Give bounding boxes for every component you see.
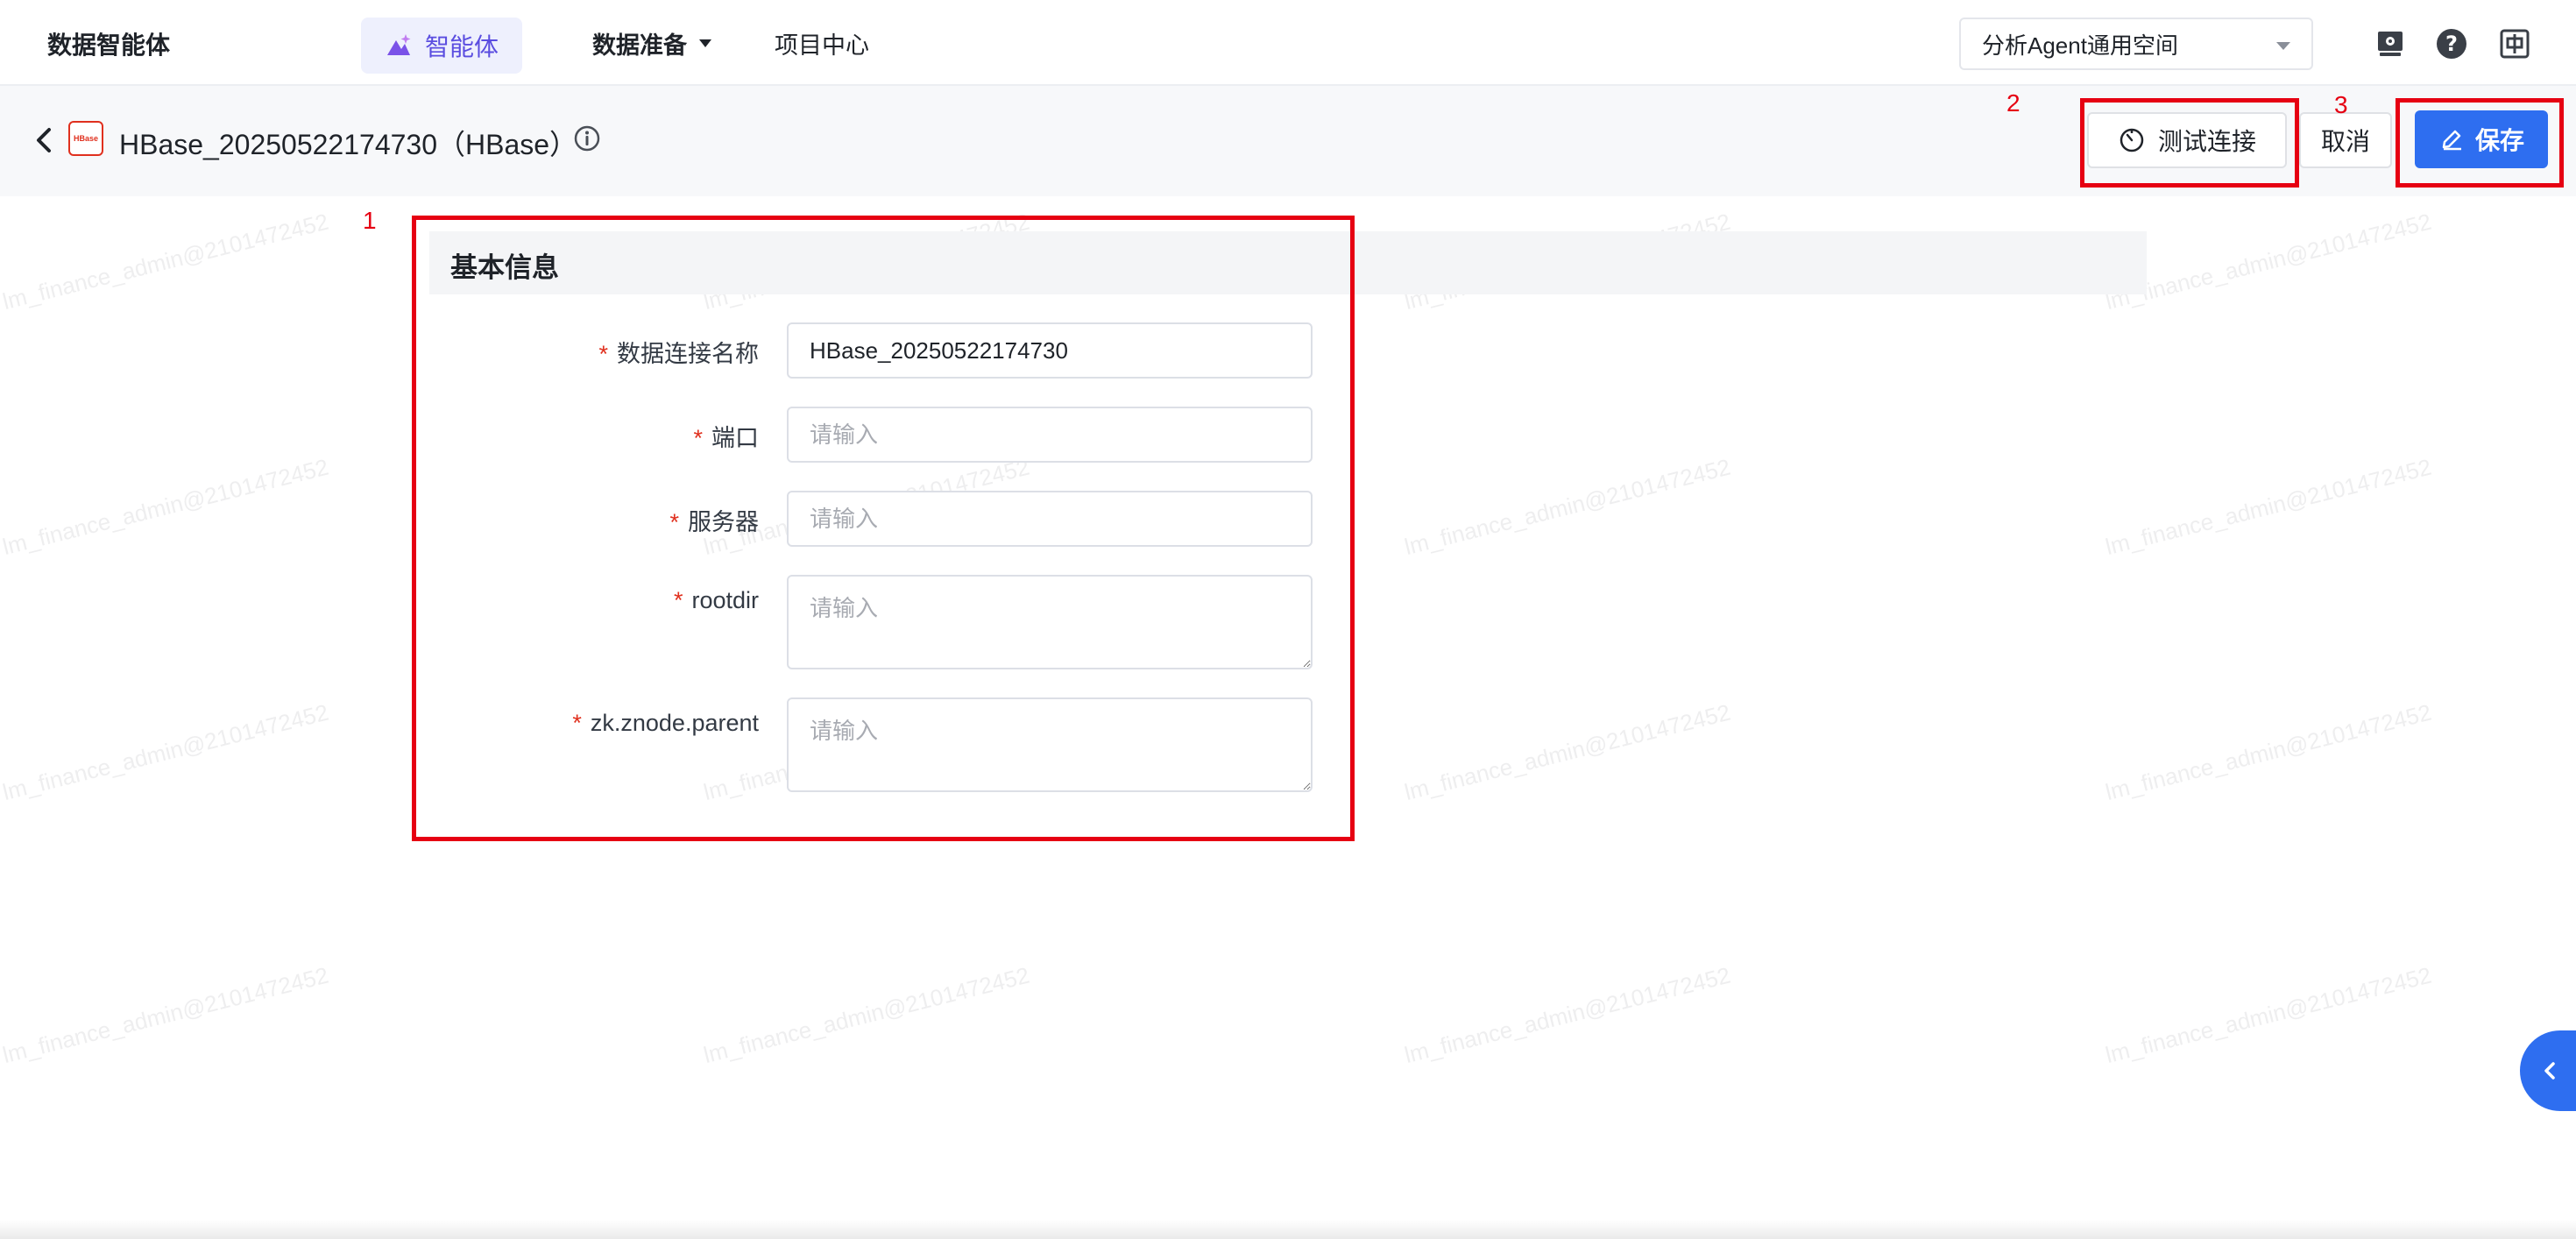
language-switch-icon[interactable] <box>2499 28 2530 60</box>
test-connection-button[interactable]: 测试连接 <box>2087 112 2287 168</box>
required-mark: * <box>598 341 608 367</box>
edit-icon <box>2442 130 2461 151</box>
form-label-znode-parent: * zk.znode.parent <box>572 710 759 737</box>
chevron-down-icon <box>699 39 711 47</box>
form-label-text: 端口 <box>711 425 759 451</box>
info-icon[interactable] <box>573 124 601 152</box>
watermark: lm_finance_admin@2101472452 <box>2103 453 2434 561</box>
cancel-button[interactable]: 取消 <box>2299 112 2392 168</box>
save-label: 保存 <box>2474 127 2524 154</box>
help-icon[interactable]: ? <box>2436 28 2467 60</box>
top-nav-bar: 数据智能体 智能体 数据准备 项目中心 分析Agent通用空间 ? <box>0 0 2576 86</box>
hbase-logo: HBase <box>68 121 103 156</box>
form-label-text: 数据连接名称 <box>617 341 759 367</box>
nav-tab-agent-label: 智能体 <box>424 33 499 60</box>
back-arrow-icon[interactable] <box>32 124 56 156</box>
annotation-number: 3 <box>2334 91 2348 118</box>
hbase-logo-text: HBase <box>73 134 98 143</box>
side-panel-toggle[interactable] <box>2520 1030 2576 1111</box>
watermark: lm_finance_admin@2101472452 <box>0 961 331 1069</box>
app-title: 数据智能体 <box>47 32 171 59</box>
watermark: lm_finance_admin@2101472452 <box>2103 961 2434 1069</box>
annotation-number: 1 <box>363 207 377 234</box>
znode-parent-textarea[interactable] <box>787 697 1313 792</box>
port-input[interactable] <box>787 407 1313 463</box>
chevron-down-icon <box>2276 42 2290 50</box>
nav-data-prep-label: 数据准备 <box>592 32 687 59</box>
required-mark: * <box>693 425 703 451</box>
watermark: lm_finance_admin@2101472452 <box>2103 208 2434 315</box>
watermark: lm_finance_admin@2101472452 <box>1402 961 1733 1069</box>
watermark: lm_finance_admin@2101472452 <box>1402 698 1733 806</box>
watermark: lm_finance_admin@2101472452 <box>1402 453 1733 561</box>
connection-name-input[interactable] <box>787 322 1313 379</box>
workspace-select-value: 分析Agent通用空间 <box>1982 32 2178 59</box>
nav-tab-agent[interactable]: 智能体 <box>361 18 522 74</box>
page-title: HBase_20250522174730（HBase） <box>119 129 578 160</box>
rootdir-textarea[interactable] <box>787 575 1313 669</box>
watermark: lm_finance_admin@2101472452 <box>0 453 331 561</box>
timer-icon <box>2120 128 2144 152</box>
form-label-rootdir: * rootdir <box>674 587 759 614</box>
required-mark: * <box>673 587 683 613</box>
watermark: lm_finance_admin@2101472452 <box>701 961 1032 1069</box>
section-header <box>429 231 2147 294</box>
annotation-number: 2 <box>2006 89 2020 117</box>
section-title: 基本信息 <box>450 252 559 283</box>
svg-text:?: ? <box>2445 32 2458 56</box>
form-label-text: rootdir <box>691 587 759 613</box>
monitor-icon[interactable] <box>2374 28 2406 60</box>
form-label-text: zk.znode.parent <box>590 710 759 736</box>
workspace-select[interactable]: 分析Agent通用空间 <box>1959 18 2313 70</box>
required-mark: * <box>572 710 582 736</box>
nav-data-prep-menu[interactable]: 数据准备 <box>592 26 711 60</box>
test-connection-label: 测试连接 <box>2157 128 2256 155</box>
server-input[interactable] <box>787 491 1313 547</box>
bottom-edge <box>0 1220 2576 1239</box>
watermark: lm_finance_admin@2101472452 <box>0 208 331 315</box>
agent-icon <box>386 34 411 55</box>
form-label-port: * 端口 <box>693 419 759 453</box>
chevron-left-icon <box>2544 1062 2555 1080</box>
save-button[interactable]: 保存 <box>2415 110 2548 168</box>
form-label-connection-name: * 数据连接名称 <box>598 335 759 369</box>
nav-project-center[interactable]: 项目中心 <box>775 26 869 60</box>
required-mark: * <box>669 509 679 535</box>
watermark: lm_finance_admin@2101472452 <box>2103 698 2434 806</box>
watermark: lm_finance_admin@2101472452 <box>0 698 331 806</box>
form-label-text: 服务器 <box>688 509 759 535</box>
form-label-server: * 服务器 <box>669 503 759 537</box>
